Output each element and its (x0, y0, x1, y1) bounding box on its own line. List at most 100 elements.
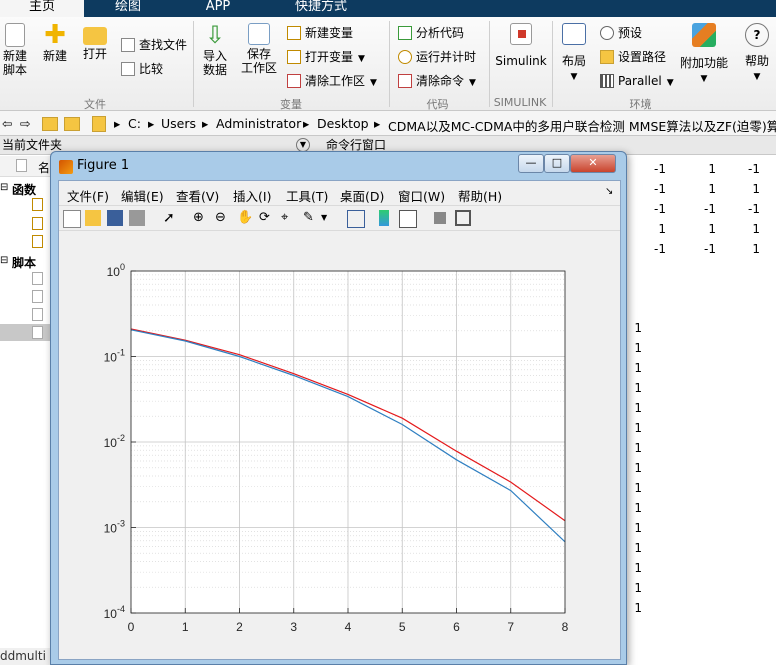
parallel-button[interactable]: Parallel ▼ (600, 73, 674, 91)
x-tick-label: 8 (562, 620, 569, 634)
menu-tools[interactable]: 工具(T) (286, 186, 328, 205)
clear-workspace-button[interactable]: 清除工作区 ▼ (287, 73, 377, 91)
collapse-icon[interactable]: ⊟ (0, 255, 8, 266)
simulink-button[interactable]: Simulink (495, 23, 547, 68)
menu-edit[interactable]: 编辑(E) (121, 186, 164, 205)
path-segment[interactable]: Desktop (317, 116, 369, 131)
script-file-icon[interactable] (32, 290, 43, 303)
open-variable-button[interactable]: 打开变量 ▼ (287, 49, 365, 67)
group-label-file: 文件 (84, 98, 106, 111)
addons-button[interactable]: 附加功能 ▼ (680, 23, 728, 86)
column-name-label[interactable]: 名 (38, 159, 50, 176)
preferences-button[interactable]: 预设 (600, 25, 642, 41)
zoom-in-icon[interactable]: ⊕ (193, 210, 209, 226)
open-file-icon[interactable] (85, 210, 101, 226)
new-script-icon (5, 23, 25, 47)
data-cursor-icon[interactable]: ⌖ (281, 210, 297, 226)
compare-button[interactable]: 比较 (121, 61, 163, 77)
find-files-button[interactable]: 查找文件 (121, 37, 187, 53)
pointer-icon[interactable]: ➚ (163, 210, 179, 226)
matrix-cell: 1 (752, 242, 760, 256)
chevron-down-icon: ▼ (469, 78, 476, 88)
new-script-button[interactable]: 新建 脚本 (2, 23, 28, 77)
clear-commands-button[interactable]: 清除命令 ▼ (398, 73, 476, 91)
run-and-time-button[interactable]: 运行并计时 (398, 49, 476, 65)
tree-group-scripts[interactable]: 脚本 (12, 254, 36, 271)
legend-icon[interactable] (399, 210, 417, 228)
x-tick-label: 2 (236, 620, 243, 634)
browse-folder-icon[interactable] (64, 117, 80, 131)
set-path-button[interactable]: 设置路径 (600, 49, 666, 65)
menu-help[interactable]: 帮助(H) (458, 186, 502, 205)
path-segment[interactable]: C: (128, 116, 141, 131)
forward-arrow-icon[interactable]: ⇨ (20, 116, 30, 131)
rotate-3d-icon[interactable]: ⟳ (259, 210, 275, 226)
chart-svg: 0 1 2 3 4 5 6 7 8 100 10-1 10-2 10-3 10-4 (104, 262, 569, 634)
hide-plot-tools-icon[interactable] (434, 212, 446, 224)
path-segment[interactable]: Administrator (216, 116, 301, 131)
path-segment[interactable]: CDMA以及MC-CDMA中的多用户联合检测 MMSE算法以及ZF(迫零)算法 (388, 116, 776, 135)
import-data-button[interactable]: ⇩ 导入 数据 (200, 23, 230, 77)
tab-shortcuts[interactable]: 快捷方式 (266, 0, 376, 17)
tab-home[interactable]: 主页 (0, 0, 84, 17)
dock-arrow-icon[interactable]: ↘ (605, 186, 613, 197)
figure-window[interactable]: Figure 1 — □ ✕ 文件(F) 编辑(E) 查看(V) 插入(I) 工… (50, 151, 627, 665)
chevron-down-icon[interactable]: ▼ (321, 210, 337, 226)
matrix-cell: -1 (704, 242, 716, 256)
analyze-code-button[interactable]: 分析代码 (398, 25, 464, 41)
gear-icon (600, 26, 614, 40)
collapse-icon[interactable]: ⊟ (0, 182, 8, 193)
menu-view[interactable]: 查看(V) (176, 186, 219, 205)
maximize-button[interactable]: □ (544, 154, 570, 173)
new-variable-button[interactable]: 新建变量 (287, 25, 353, 41)
function-file-icon[interactable] (32, 198, 43, 211)
save-workspace-button[interactable]: 保存 工作区 (240, 23, 278, 75)
new-button[interactable]: ✚ 新建 (40, 22, 70, 63)
script-file-icon[interactable] (32, 308, 43, 321)
figure-menubar: 文件(F) 编辑(E) 查看(V) 插入(I) 工具(T) 桌面(D) 窗口(W… (59, 181, 620, 205)
tab-plots[interactable]: 绘图 (86, 0, 170, 17)
menu-insert[interactable]: 插入(I) (233, 186, 271, 205)
compare-label: 比较 (139, 62, 164, 76)
script-file-icon[interactable] (32, 272, 43, 285)
layout-button[interactable]: 布局 ▼ (558, 23, 590, 84)
close-button[interactable]: ✕ (570, 154, 616, 173)
panel-menu-icon[interactable]: ▼ (296, 138, 310, 152)
colorbar-icon[interactable] (379, 210, 389, 226)
back-arrow-icon[interactable]: ⇦ (2, 116, 12, 131)
menu-file[interactable]: 文件(F) (67, 186, 109, 205)
zoom-out-icon[interactable]: ⊖ (215, 210, 231, 226)
up-folder-icon[interactable] (42, 117, 58, 131)
save-icon[interactable] (107, 210, 123, 226)
print-icon[interactable] (129, 210, 145, 226)
help-label: 帮助 (744, 54, 769, 68)
chevron-right-icon: ▸ (374, 116, 381, 131)
path-segment[interactable]: Users (161, 116, 196, 131)
group-label-code: 代码 (426, 98, 449, 111)
matrix-cell: 1 (708, 162, 716, 176)
link-plot-icon[interactable] (347, 210, 365, 228)
group-separator (389, 21, 390, 107)
function-file-icon[interactable] (32, 217, 43, 230)
menu-desktop[interactable]: 桌面(D) (340, 186, 384, 205)
menu-window[interactable]: 窗口(W) (398, 186, 445, 205)
folder-icon (600, 50, 614, 64)
minimize-button[interactable]: — (518, 154, 544, 173)
new-figure-icon[interactable] (63, 210, 81, 228)
function-file-icon[interactable] (32, 235, 43, 248)
find-files-label: 查找文件 (139, 38, 188, 52)
tab-apps[interactable]: APP (176, 0, 260, 17)
brush-icon[interactable]: ✎ (303, 210, 319, 226)
matrix-cell: -1 (654, 182, 666, 196)
tree-group-functions[interactable]: 函数 (12, 181, 36, 198)
new-label: 新建 (42, 49, 67, 63)
open-button[interactable]: 打开 (80, 23, 110, 61)
clear-workspace-icon (287, 74, 301, 88)
show-plot-tools-icon[interactable] (455, 210, 471, 226)
help-button[interactable]: ? 帮助 ▼ (740, 23, 774, 84)
matrix-cell: -1 (704, 202, 716, 216)
matrix-cell: 1 (752, 182, 760, 196)
x-tick-label: 0 (128, 620, 135, 634)
chevron-right-icon: ▸ (114, 116, 121, 131)
pan-hand-icon[interactable]: ✋ (237, 210, 253, 226)
